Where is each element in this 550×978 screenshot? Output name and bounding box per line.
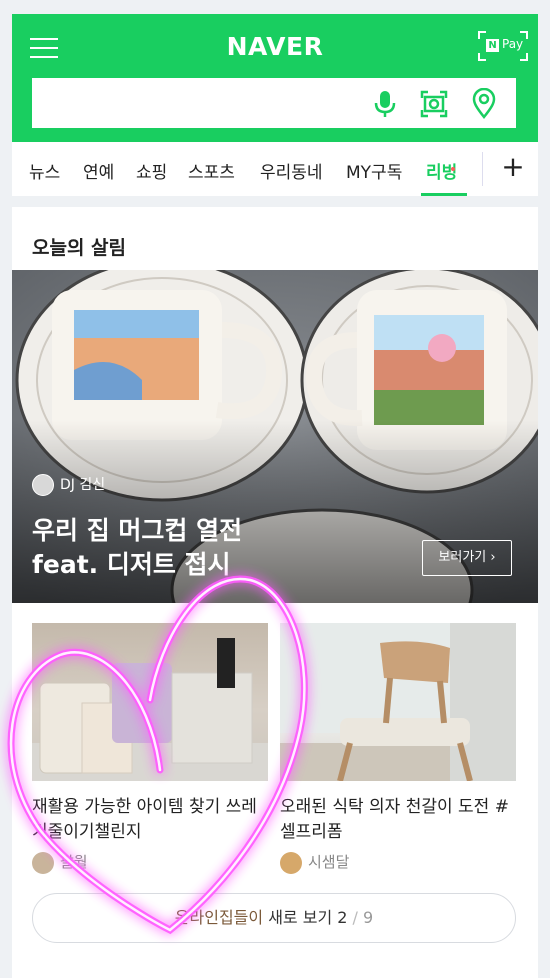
more-button[interactable]: 온라인집들이 새로 보기 2 / 9 <box>32 893 516 943</box>
search-bar <box>32 78 516 128</box>
tab-news[interactable]: 뉴스 <box>29 158 60 183</box>
item-thumbnail[interactable] <box>280 623 516 781</box>
hero-title[interactable]: 우리 집 머그컵 열전 feat. 디저트 접시 <box>32 514 392 582</box>
naver-pay-label: Pay <box>502 37 524 51</box>
search-input[interactable] <box>32 78 362 128</box>
add-tab-button[interactable]: + <box>498 152 528 182</box>
item-author[interactable]: 팔월 <box>32 851 88 874</box>
section-title: 오늘의 살림 <box>32 237 127 259</box>
top-header: NAVER N Pay <box>12 14 538 142</box>
naver-logo[interactable]: NAVER <box>12 32 538 61</box>
item-title[interactable]: 오래된 식탁 의자 천갈이 도전 #셀프리폼 <box>280 795 520 845</box>
hero-title-line1: 우리 집 머그컵 열전 <box>32 516 243 545</box>
location-icon[interactable] <box>468 88 500 120</box>
page-separator: / <box>347 908 364 927</box>
hero-author-name: DJ 김신 <box>60 477 106 493</box>
more-button-highlight: 온라인집들이 <box>174 908 264 927</box>
avatar <box>32 851 54 874</box>
tab-divider <box>482 152 483 186</box>
new-badge-dot <box>451 167 455 171</box>
naver-pay-badge: N <box>486 39 499 52</box>
view-button[interactable]: 보러가기 › <box>422 540 512 576</box>
avatar <box>280 851 302 874</box>
item-title[interactable]: 재활용 가능한 아이템 찾기 쓰레기줄이기챌린지 <box>32 795 272 845</box>
avatar <box>32 474 54 496</box>
tab-shopping[interactable]: 쇼핑 <box>136 158 167 183</box>
voice-search-icon[interactable] <box>369 88 401 120</box>
naver-pay-button[interactable]: N Pay <box>478 31 528 61</box>
more-button-label: 새로 보기 <box>263 908 338 927</box>
item-author-name: 팔월 <box>60 853 88 871</box>
hero-author[interactable]: DJ 김신 <box>32 474 105 496</box>
category-tabs: 뉴스 연예 쇼핑 스포츠 우리동네 MY구독 리빙 + <box>12 142 538 196</box>
page-current: 2 <box>337 908 348 927</box>
item-author[interactable]: 시샘달 <box>280 851 349 874</box>
tab-my-subscription[interactable]: MY구독 <box>346 158 402 183</box>
hero-title-line2: feat. 디저트 접시 <box>32 550 231 579</box>
page-total: 9 <box>363 908 374 927</box>
tab-entertainment[interactable]: 연예 <box>83 158 114 183</box>
item-author-name: 시샘달 <box>308 853 350 871</box>
hero-article[interactable]: DJ 김신 우리 집 머그컵 열전 feat. 디저트 접시 보러가기 › <box>12 270 538 603</box>
chair-image <box>280 623 516 781</box>
living-card: 오늘의 살림 DJ 김신 우리 집 머그컵 열전 feat. 디저트 접시 보러… <box>12 207 538 978</box>
tab-sports[interactable]: 스포츠 <box>188 158 235 183</box>
organizer-image <box>32 638 268 781</box>
lens-search-icon[interactable] <box>418 88 450 120</box>
active-tab-indicator <box>421 193 467 196</box>
item-thumbnail[interactable] <box>32 623 268 781</box>
tab-local[interactable]: 우리동네 <box>260 158 323 183</box>
